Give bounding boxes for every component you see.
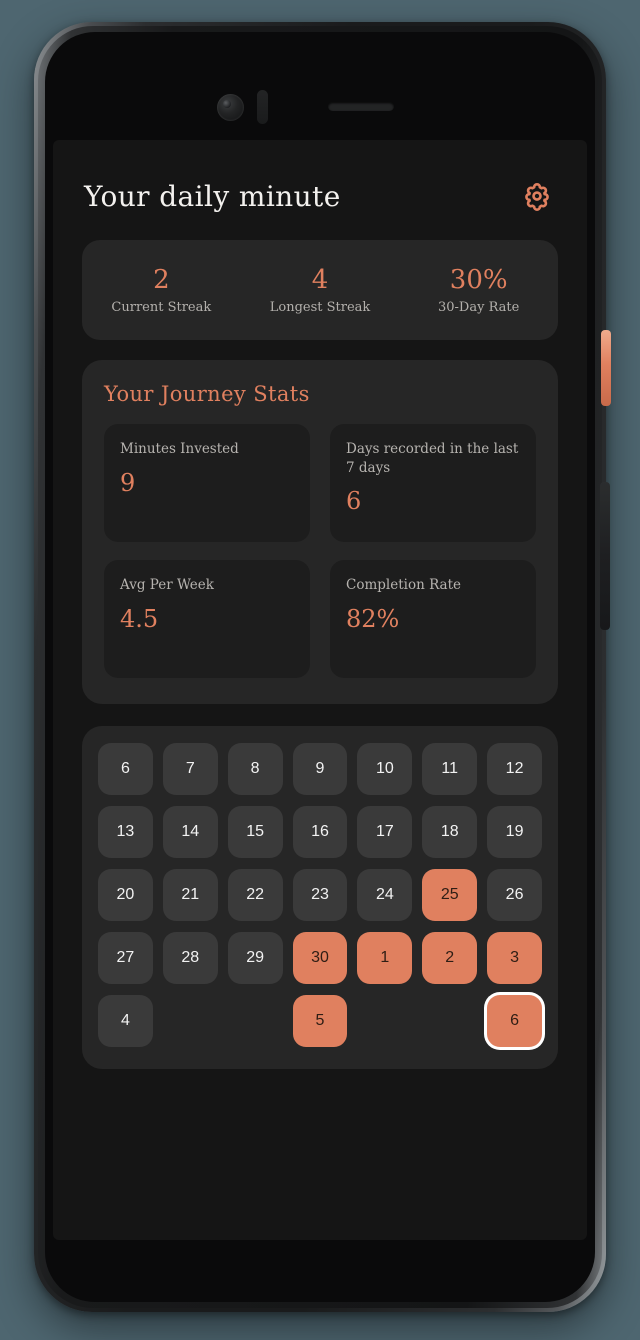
journey-stats-title: Your Journey Stats <box>104 382 310 406</box>
calendar-day-cell[interactable]: 11 <box>422 743 478 795</box>
calendar-day-cell[interactable]: 23 <box>292 869 348 921</box>
journey-stats-grid: Minutes Invested 9 Days recorded in the … <box>104 424 536 678</box>
calendar-day-cell[interactable]: 2 <box>422 932 478 984</box>
app-content: Your daily minute 2 Current Streak 4 Lon… <box>53 140 587 1240</box>
calendar-day-cell[interactable]: 4 <box>98 995 153 1047</box>
calendar-day-cell[interactable]: 24 <box>357 869 413 921</box>
stat-label: Completion Rate <box>346 577 462 593</box>
stat-card-avg-per-week: Avg Per Week 4.5 <box>104 560 310 678</box>
volume-rocker-button[interactable] <box>600 482 610 630</box>
calendar-day-cell[interactable]: 14 <box>162 806 218 858</box>
calendar-day-cell[interactable]: 12 <box>487 743 542 795</box>
stat-value: 4.5 <box>120 604 159 633</box>
calendar-day-cell[interactable]: 28 <box>162 932 218 984</box>
calendar-day-cell[interactable]: 27 <box>98 932 153 984</box>
page-root: Your daily minute 2 Current Streak 4 Lon… <box>0 0 640 1340</box>
calendar-day-cell[interactable]: 19 <box>487 806 542 858</box>
stat-card-minutes-invested: Minutes Invested 9 <box>104 424 310 542</box>
calendar-day-cell[interactable]: 22 <box>227 869 283 921</box>
calendar-day-cell[interactable]: 1 <box>357 932 413 984</box>
calendar-day-cell[interactable]: 5 <box>292 995 348 1047</box>
calendar-day-cell[interactable]: 21 <box>162 869 218 921</box>
thirty-day-rate-label: 30-Day Rate <box>438 300 520 316</box>
stat-card-completion-rate: Completion Rate 82% <box>330 560 536 678</box>
calendar-day-cell[interactable]: 8 <box>227 743 283 795</box>
page-title: Your daily minute <box>84 179 341 213</box>
calendar-day-cell[interactable]: 17 <box>357 806 413 858</box>
phone-body: Your daily minute 2 Current Streak 4 Lon… <box>45 32 595 1302</box>
current-streak-value: 2 <box>153 264 170 295</box>
stat-value: 9 <box>120 468 136 497</box>
stat-label: Avg Per Week <box>120 577 214 593</box>
calendar-grid: 6 7 8 9 10 11 12 13 14 15 16 17 18 19 20 21 22 23 24 25 26 27… <box>98 743 542 1047</box>
summary-item-30-day-rate: 30% 30-Day Rate <box>399 265 558 316</box>
front-camera-icon <box>217 94 244 121</box>
summary-item-longest-streak: 4 Longest Streak <box>241 265 400 316</box>
current-streak-label: Current Streak <box>111 300 212 316</box>
calendar-day-cell[interactable]: 29 <box>227 932 283 984</box>
stat-label: Days recorded in the last 7 days <box>346 441 519 476</box>
sensor-strip-icon <box>257 90 268 124</box>
calendar-day-cell[interactable]: 18 <box>422 806 478 858</box>
calendar-day-cell[interactable]: 6 <box>487 995 542 1047</box>
speaker-grille-icon <box>328 102 394 111</box>
summary-item-current-streak: 2 Current Streak <box>82 265 241 316</box>
calendar-day-cell[interactable]: 3 <box>487 932 542 984</box>
calendar-day-cell[interactable]: 13 <box>98 806 153 858</box>
calendar-day-cell[interactable]: 9 <box>292 743 348 795</box>
settings-button[interactable] <box>518 177 556 215</box>
calendar-day-cell[interactable]: 20 <box>98 869 153 921</box>
stat-value: 82% <box>346 604 400 633</box>
calendar-cell-empty <box>357 995 412 1047</box>
stat-value: 6 <box>346 487 362 516</box>
calendar-day-cell[interactable]: 15 <box>227 806 283 858</box>
longest-streak-label: Longest Streak <box>269 300 371 316</box>
longest-streak-value: 4 <box>311 264 329 295</box>
calendar-day-cell[interactable]: 26 <box>487 869 542 921</box>
journey-stats-panel: Your Journey Stats Minutes Invested 9 Da… <box>82 360 558 704</box>
thirty-day-rate-value: 30% <box>449 264 508 295</box>
phone-screen: Your daily minute 2 Current Streak 4 Lon… <box>53 140 587 1240</box>
power-button[interactable] <box>601 330 611 406</box>
app-header: Your daily minute <box>82 164 558 228</box>
calendar-panel: 6 7 8 9 10 11 12 13 14 15 16 17 18 19 20 21 22 23 24 25 26 27… <box>82 726 558 1069</box>
calendar-day-cell[interactable]: 25 <box>422 869 478 921</box>
calendar-day-cell[interactable]: 30 <box>292 932 348 984</box>
gear-icon <box>522 181 552 211</box>
calendar-day-cell[interactable]: 10 <box>357 743 413 795</box>
calendar-day-cell[interactable]: 7 <box>162 743 218 795</box>
calendar-day-cell[interactable]: 6 <box>98 743 153 795</box>
calendar-cell-empty <box>422 995 477 1047</box>
calendar-day-cell[interactable]: 16 <box>292 806 348 858</box>
stat-card-days-recorded: Days recorded in the last 7 days 6 <box>330 424 536 542</box>
calendar-cell-empty <box>228 995 283 1047</box>
stat-label: Minutes Invested <box>120 441 239 457</box>
calendar-cell-empty <box>163 995 218 1047</box>
streak-summary-card: 2 Current Streak 4 Longest Streak 30% 30… <box>82 240 558 340</box>
